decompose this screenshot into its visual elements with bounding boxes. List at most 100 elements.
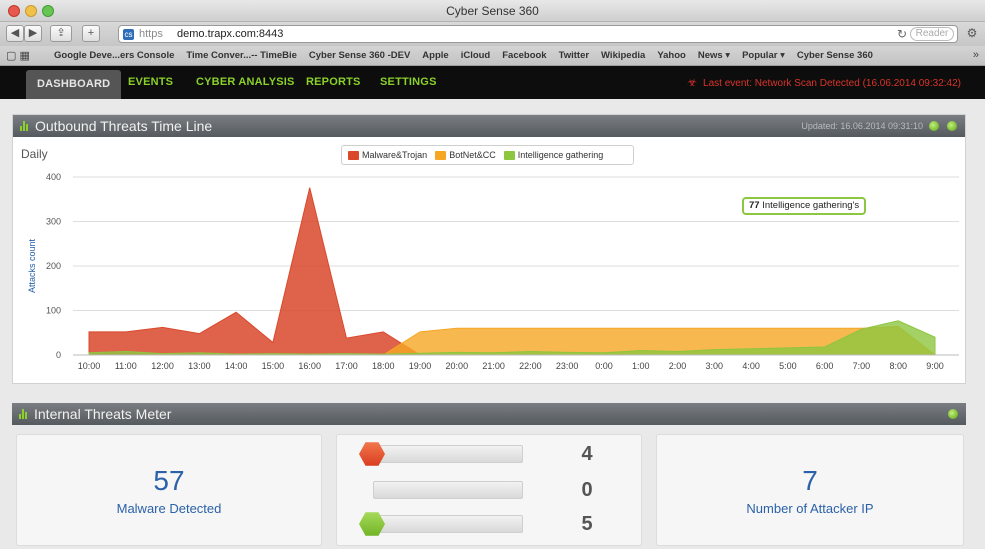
y-tick-label: 300 [46,217,61,227]
bookmark-list: Google Deve...ers Console Time Conver...-… [54,50,873,61]
level-bar [373,445,523,463]
x-tick-label: 20:00 [446,361,469,371]
x-tick-label: 16:00 [298,361,321,371]
window-titlebar: Cyber Sense 360 [0,0,985,22]
panel-title: Outbound Threats Time Line [35,118,213,134]
url-scheme: https [139,28,163,40]
x-tick-label: 17:00 [335,361,358,371]
medium-level-value: 0 [581,479,593,501]
updated-timestamp: Updated: 16.06.2014 09:31:10 [801,121,923,131]
collapse-icon[interactable] [947,121,957,131]
bookmark-item[interactable]: Yahoo [657,50,686,61]
chart-tooltip: 77 Intelligence gathering's [742,197,867,215]
bookmark-item[interactable]: iCloud [461,50,491,61]
collapse-icon[interactable] [948,409,958,419]
last-event-status[interactable]: ☣ Last event: Network Scan Detected (16.0… [687,76,961,89]
more-bookmarks-icon[interactable]: » [973,49,979,61]
x-tick-label: 1:00 [632,361,650,371]
bookmarks-bar: ▢ ▦ Google Deve...ers Console Time Conver… [0,46,985,66]
url-host: demo.trapx.com:8443 [177,28,284,40]
malware-label: Malware Detected [116,501,222,516]
site-favicon-icon: cs [123,29,134,40]
back-button[interactable]: ◀ [6,25,24,42]
x-tick-label: 0:00 [595,361,613,371]
x-tick-label: 7:00 [853,361,871,371]
bookmark-item[interactable]: Time Conver...-- TimeBie [186,50,297,61]
forward-button[interactable]: ▶ [24,25,42,42]
threat-level-medium[interactable] [355,477,523,503]
tab-reports[interactable]: REPORTS [306,66,361,99]
bookmark-item[interactable]: Apple [422,50,448,61]
tooltip-value: 77 [749,200,760,211]
bookmark-item[interactable]: Google Deve...ers Console [54,50,174,61]
biohazard-icon: ☣ [687,77,698,89]
threat-level-card: 4 0 5 [336,434,642,546]
bookmark-item[interactable]: Cyber Sense 360 -DEV [309,50,410,61]
panel-title: Internal Threats Meter [34,406,172,422]
panel-header: Internal Threats Meter [12,403,966,425]
x-tick-label: 13:00 [188,361,211,371]
level-bar [373,515,523,533]
reload-icon[interactable]: ↻ [897,27,907,41]
threats-chart: 0 100 200 300 400 Attacks count 10:00 11:00 12:0… [27,172,959,371]
y-tick-label: 100 [46,306,61,316]
malware-detected-card[interactable]: 57 Malware Detected [16,434,322,546]
last-event-text: Last event: Network Scan Detected (16.06… [703,78,961,89]
x-tick-label: 3:00 [706,361,724,371]
tab-cyber-analysis[interactable]: CYBER ANALYSIS [196,66,295,99]
x-tick-label: 9:00 [926,361,944,371]
tab-settings[interactable]: SETTINGS [380,66,437,99]
x-tick-label: 22:00 [519,361,542,371]
settings-gear-icon[interactable]: ⚙ [963,25,981,42]
x-tick-label: 10:00 [78,361,101,371]
outbound-threats-panel: Outbound Threats Time Line Updated: 16.0… [12,114,966,384]
bookmark-item[interactable]: Popular ▾ [742,50,785,61]
attacker-count: 7 [802,465,818,496]
x-tick-label: 21:00 [482,361,505,371]
reading-list-icon[interactable]: ▢ ▦ [6,49,30,62]
level-bar [373,481,523,499]
bookmark-item[interactable]: Twitter [559,50,589,61]
bookmark-item[interactable]: Facebook [502,50,546,61]
x-tick-label: 18:00 [372,361,395,371]
tab-events[interactable]: EVENTS [128,66,173,99]
bookmark-item[interactable]: News ▾ [698,50,730,61]
x-tick-label: 23:00 [556,361,579,371]
threat-level-high[interactable] [355,441,523,467]
x-tick-label: 12:00 [151,361,174,371]
share-icon[interactable]: ⇪ [50,25,72,42]
x-tick-label: 6:00 [816,361,834,371]
address-bar[interactable]: cs https demo.trapx.com:8443 ↻ Reader [118,25,958,43]
tooltip-label: Intelligence gathering's [762,200,860,211]
low-level-value: 5 [581,513,593,535]
y-tick-label: 400 [46,172,61,182]
x-tick-label: 19:00 [409,361,432,371]
new-tab-button[interactable]: + [82,25,100,42]
x-tick-label: 15:00 [262,361,285,371]
bar-chart-icon [19,409,29,419]
bookmark-item[interactable]: Cyber Sense 360 [797,50,873,61]
internal-threats-panel: Internal Threats Meter [12,403,966,429]
x-tick-label: 4:00 [742,361,760,371]
panel-header: Outbound Threats Time Line Updated: 16.0… [13,115,965,137]
x-tick-label: 5:00 [779,361,797,371]
y-tick-label: 200 [46,261,61,271]
bookmark-item[interactable]: Wikipedia [601,50,645,61]
x-tick-label: 11:00 [115,361,137,371]
x-tick-label: 2:00 [669,361,687,371]
browser-toolbar: ◀ ▶ ⇪ + cs https demo.trapx.com:8443 ↻ R… [0,22,985,46]
x-tick-label: 8:00 [889,361,907,371]
malware-count: 57 [153,465,185,496]
y-axis-label: Attacks count [27,238,37,293]
window-title: Cyber Sense 360 [446,4,539,18]
x-tick-label: 14:00 [225,361,248,371]
attacker-ip-card[interactable]: 7 Number of Attacker IP [656,434,964,546]
attacker-label: Number of Attacker IP [746,501,874,516]
bar-chart-icon [20,121,30,131]
reader-button[interactable]: Reader [910,27,954,41]
tab-dashboard[interactable]: DASHBOARD [26,70,122,99]
threat-level-low[interactable] [355,511,523,537]
high-level-value: 4 [581,443,593,465]
app-navigation: DASHBOARD EVENTS CYBER ANALYSIS REPORTS … [0,66,985,99]
settings-icon[interactable] [929,121,939,131]
